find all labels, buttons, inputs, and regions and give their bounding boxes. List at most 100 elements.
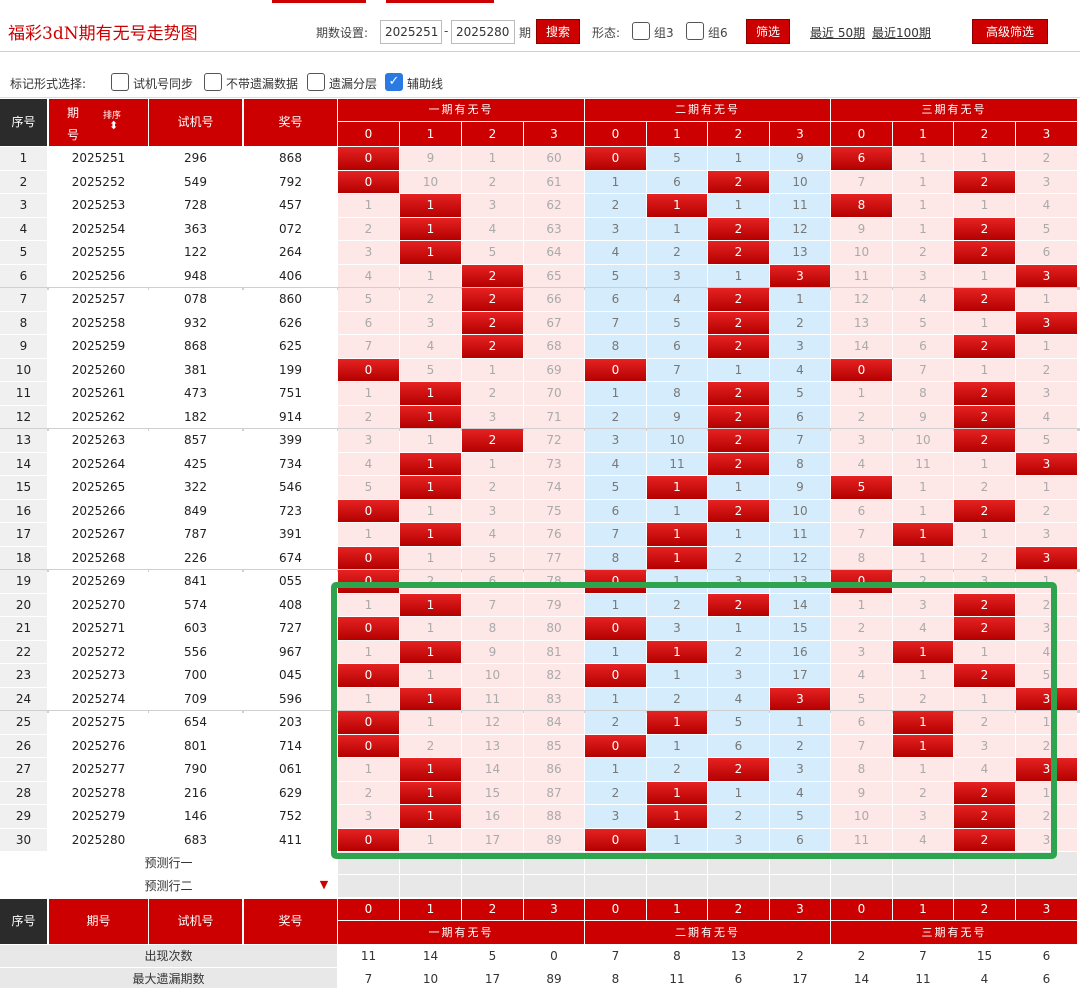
- filter-button[interactable]: 筛选: [746, 19, 790, 44]
- predict-cell-1[interactable]: [893, 852, 953, 874]
- arrow-down-icon[interactable]: ▼: [316, 875, 332, 897]
- row-seq: 6: [0, 265, 47, 287]
- row-prize: 596: [244, 688, 337, 710]
- miss-cell: 3: [708, 570, 769, 593]
- no-miss-checkbox[interactable]: [204, 73, 222, 91]
- miss-cell: 3: [400, 312, 461, 334]
- recent-100-link[interactable]: 最近100期: [872, 24, 931, 41]
- predict-cell-1[interactable]: [954, 852, 1015, 874]
- miss-cell: 1: [647, 570, 707, 593]
- recent-50-link[interactable]: 最近 50期: [810, 24, 865, 41]
- hit-cell: 3: [1016, 453, 1077, 475]
- miss-cell: 12: [462, 711, 523, 734]
- predict-cell-2[interactable]: [338, 875, 399, 897]
- tab-stub-2[interactable]: [386, 0, 494, 3]
- miss-cell: 82: [524, 664, 584, 687]
- predict-cell-2[interactable]: [524, 875, 584, 897]
- predict-cell-1[interactable]: [708, 852, 769, 874]
- predict-cell-2[interactable]: [893, 875, 953, 897]
- predict-row-1[interactable]: 预测行一: [0, 852, 337, 874]
- predict-cell-2[interactable]: [1016, 875, 1077, 897]
- miss-cell: 7: [585, 312, 646, 334]
- period-end-input[interactable]: 2025280: [451, 20, 515, 44]
- row-seq: 16: [0, 500, 47, 522]
- predict-cell-1[interactable]: [462, 852, 523, 874]
- predict-cell-2[interactable]: [954, 875, 1015, 897]
- hit-cell: 3: [770, 265, 830, 287]
- predict-cell-1[interactable]: [647, 852, 707, 874]
- row-period: 2025280: [49, 829, 148, 851]
- miss-cell: 2: [462, 382, 523, 405]
- row-seq: 24: [0, 688, 47, 710]
- footer-prize-header: 奖号: [244, 899, 337, 944]
- miss-cell: 6: [647, 335, 707, 358]
- row-prize: 072: [244, 218, 337, 240]
- advanced-filter-button[interactable]: 高级筛选: [972, 19, 1048, 44]
- predict-cell-2[interactable]: [462, 875, 523, 897]
- predict-cell-2[interactable]: [770, 875, 830, 897]
- row-prize: 751: [244, 382, 337, 405]
- row-period: 2025258: [49, 312, 148, 334]
- row-seq: 21: [0, 617, 47, 640]
- miss-cell: 3: [831, 641, 892, 663]
- miss-cell: 3: [462, 406, 523, 428]
- predict-cell-2[interactable]: [647, 875, 707, 897]
- trial-sync-checkbox[interactable]: [111, 73, 129, 91]
- sort-icon[interactable]: ⬍: [109, 119, 118, 132]
- miss-cell: 2: [831, 406, 892, 428]
- miss-cell: 2: [770, 312, 830, 334]
- footer-digit-g1-2: 2: [462, 899, 523, 920]
- miss-cell: 10: [893, 429, 953, 452]
- miss-cell: 2: [647, 594, 707, 616]
- miss-cell: 1: [831, 594, 892, 616]
- row-period: 2025254: [49, 218, 148, 240]
- miss-cell: 3: [1016, 829, 1077, 851]
- predict-cell-2[interactable]: [400, 875, 461, 897]
- predict-cell-2[interactable]: [708, 875, 769, 897]
- group-header-2: 二期有无号: [585, 99, 830, 121]
- miss-cell: 1: [770, 288, 830, 311]
- group6-checkbox[interactable]: [686, 22, 704, 40]
- occurrence-value: 7: [585, 945, 646, 967]
- row-seq: 30: [0, 829, 47, 851]
- miss-cell: 4: [954, 758, 1015, 781]
- row-seq: 9: [0, 335, 47, 358]
- predict-cell-2[interactable]: [585, 875, 646, 897]
- hit-cell: 0: [338, 664, 399, 687]
- predict-cell-2[interactable]: [831, 875, 892, 897]
- row-period: 2025252: [49, 171, 148, 193]
- row-seq: 11: [0, 382, 47, 405]
- miss-cell: 1: [647, 500, 707, 522]
- marking-label: 标记形式选择:: [10, 77, 87, 91]
- row-seq: 8: [0, 312, 47, 334]
- row-trial: 216: [149, 782, 242, 804]
- predict-cell-1[interactable]: [400, 852, 461, 874]
- predict-row-2[interactable]: 预测行二: [0, 875, 337, 897]
- miss-cell: 4: [585, 453, 646, 475]
- occurrence-value: 0: [524, 945, 584, 967]
- predict-cell-1[interactable]: [831, 852, 892, 874]
- search-button[interactable]: 搜索: [536, 19, 580, 44]
- predict-cell-1[interactable]: [1016, 852, 1077, 874]
- predict-cell-1[interactable]: [585, 852, 646, 874]
- hit-cell: 2: [954, 664, 1015, 687]
- miss-cell: 2: [954, 711, 1015, 734]
- miss-cell: 6: [831, 711, 892, 734]
- miss-cell: 5: [647, 312, 707, 334]
- miss-layer-checkbox[interactable]: [307, 73, 325, 91]
- group3-checkbox[interactable]: [632, 22, 650, 40]
- predict-cell-1[interactable]: [338, 852, 399, 874]
- period-start-input[interactable]: 2025251: [380, 20, 442, 44]
- miss-cell: 4: [647, 288, 707, 311]
- predict-cell-1[interactable]: [770, 852, 830, 874]
- miss-cell: 4: [585, 241, 646, 264]
- aux-line-checkbox[interactable]: ✓: [385, 73, 403, 91]
- miss-cell: 7: [462, 594, 523, 616]
- tab-stub-1[interactable]: [272, 0, 366, 3]
- col-period-header[interactable]: 期号排序 ⬍: [49, 99, 148, 146]
- hit-cell: 2: [708, 312, 769, 334]
- row-trial: 790: [149, 758, 242, 781]
- predict-cell-1[interactable]: [524, 852, 584, 874]
- hit-cell: 1: [400, 476, 461, 499]
- row-prize: 626: [244, 312, 337, 334]
